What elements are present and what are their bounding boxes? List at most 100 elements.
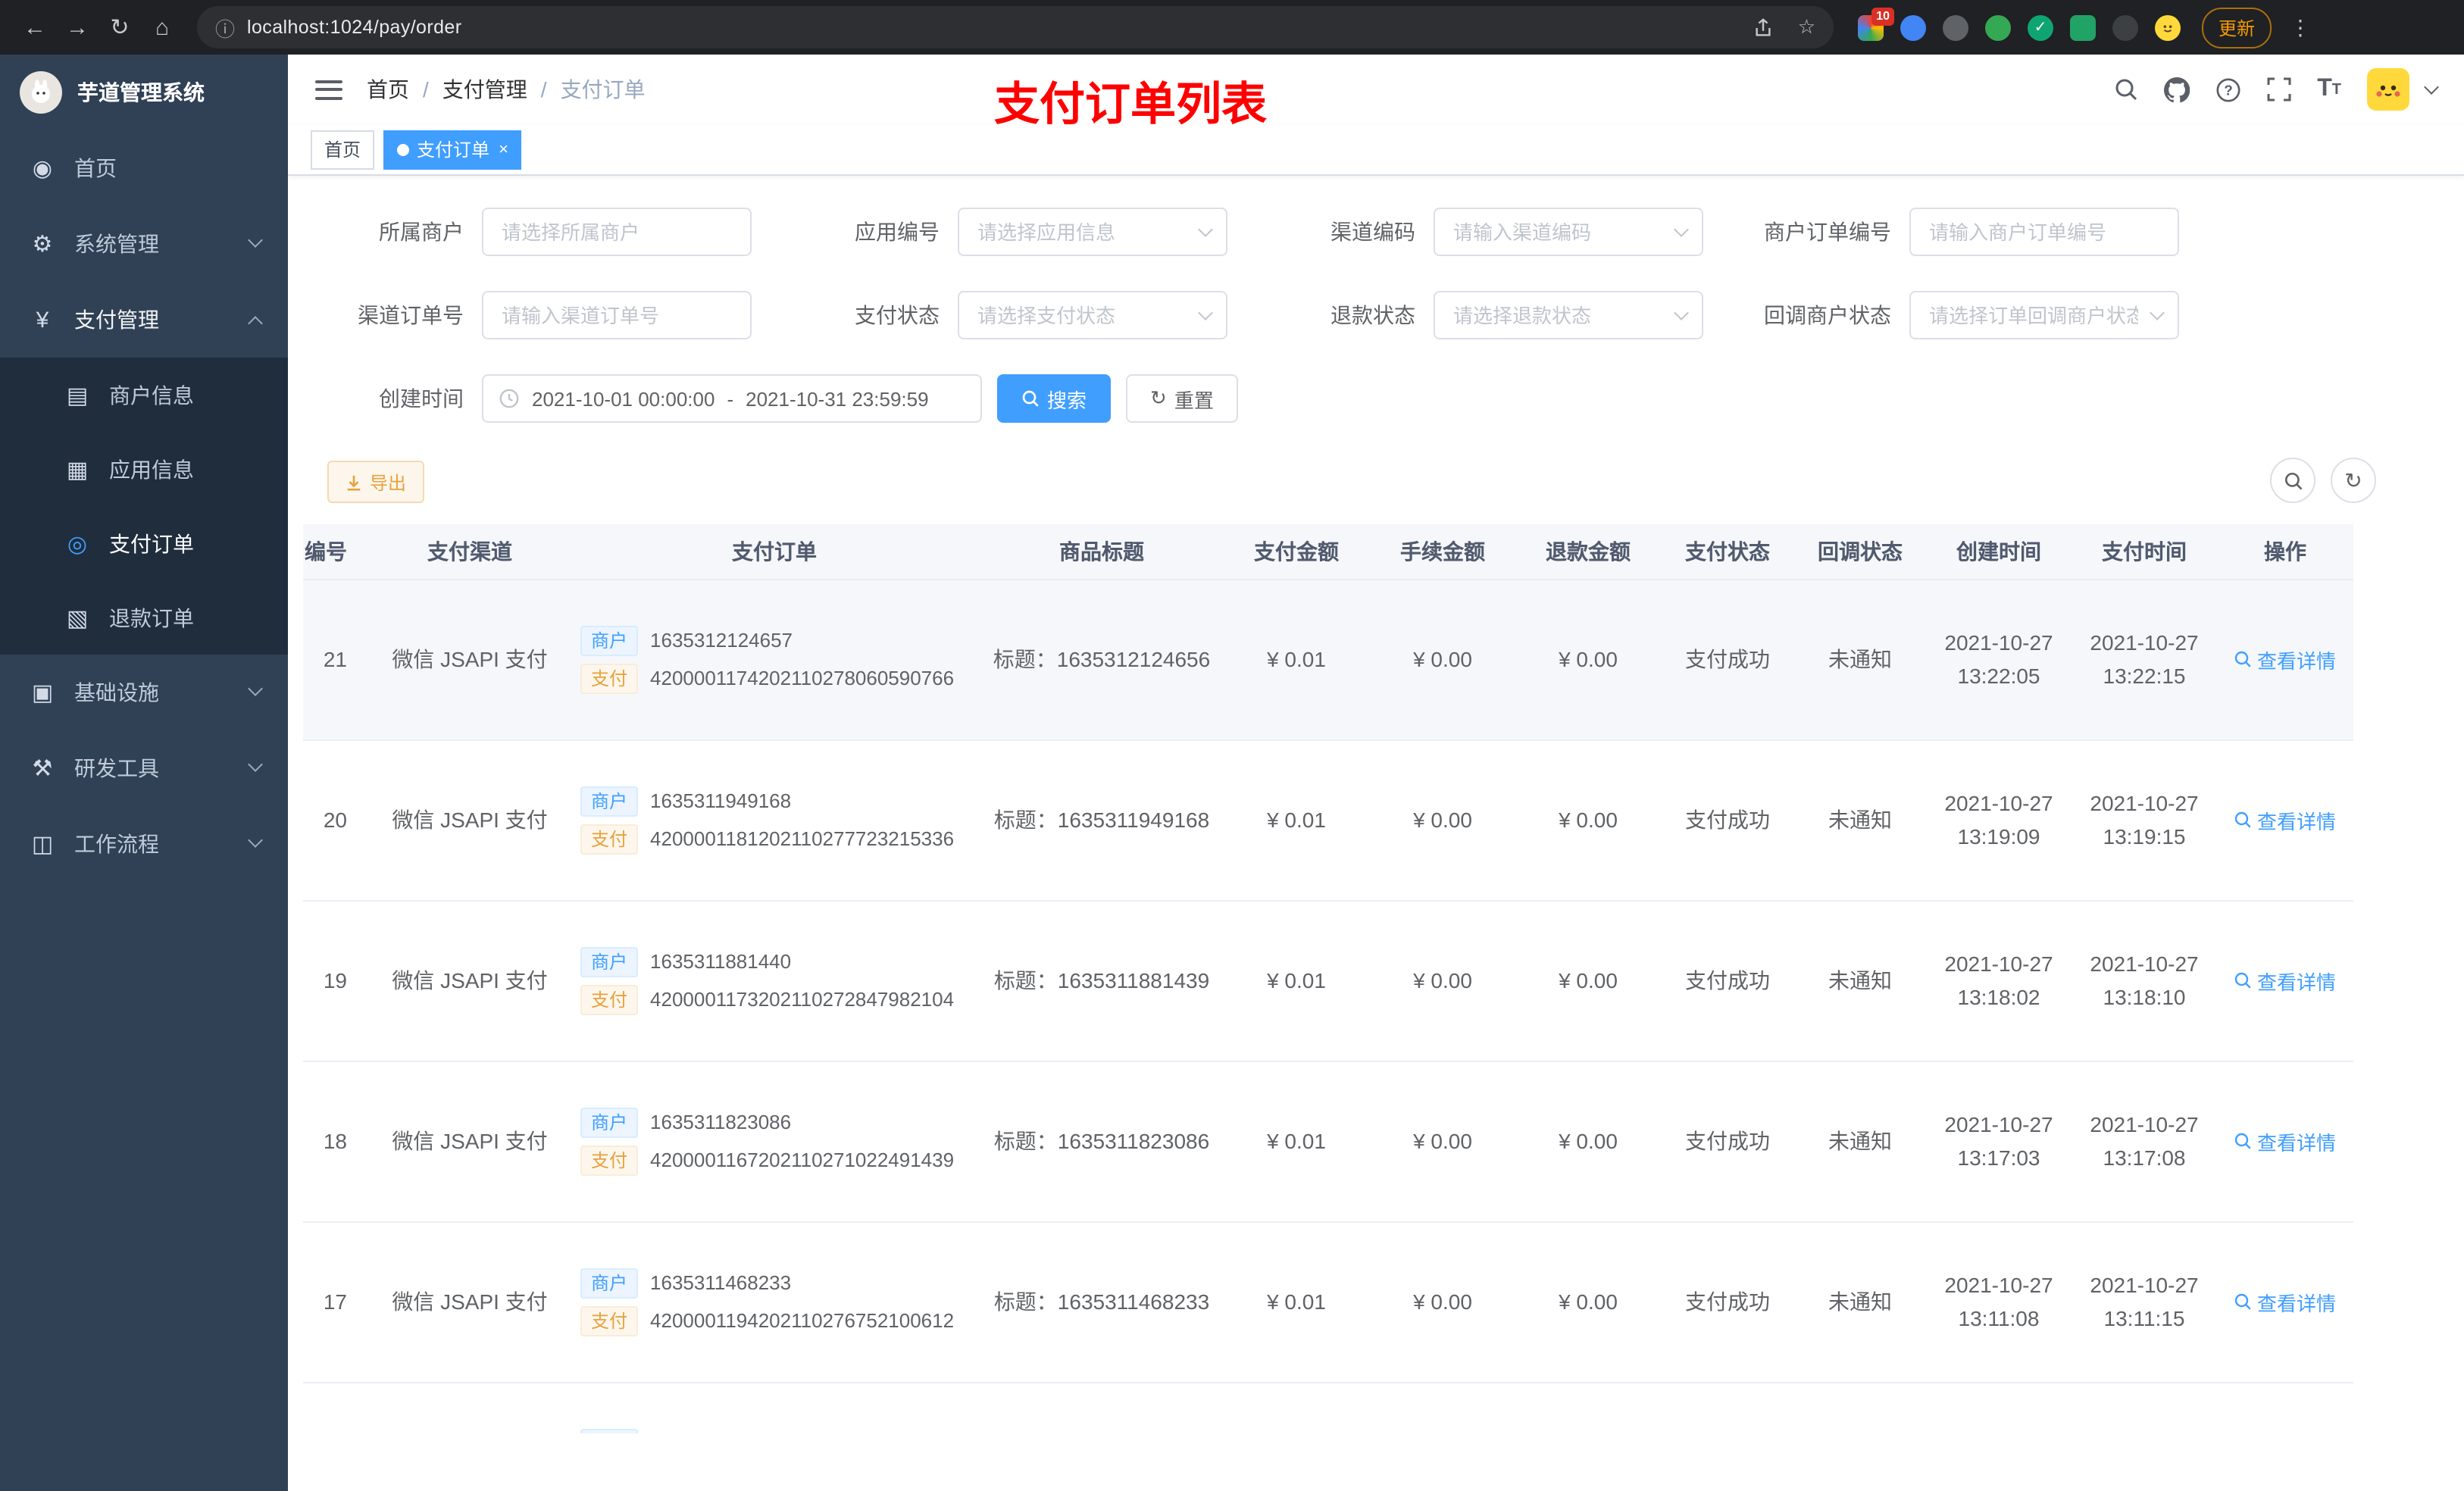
monitor-icon: ▣ (31, 680, 54, 706)
address-bar[interactable]: ⓘ localhost:1024/pay/order ☆ (197, 6, 1834, 48)
notebook-extension-icon[interactable] (2070, 14, 2096, 40)
pay-status-select[interactable] (958, 291, 1227, 339)
logo-avatar (20, 71, 62, 114)
close-icon[interactable]: × (499, 140, 508, 158)
sidebar-item-infrastructure[interactable]: ▣ 基础设施 (0, 655, 288, 730)
sidebar-item-dev-tools[interactable]: ⚒ 研发工具 (0, 730, 288, 806)
url-text[interactable]: localhost:1024/pay/order (247, 17, 1730, 38)
browser-menu-icon[interactable]: ⋮ (2290, 14, 2311, 40)
active-dot-icon (397, 143, 410, 155)
browser-update-button[interactable]: 更新 (2202, 7, 2272, 48)
sidebar-item-label: 支付订单 (109, 531, 194, 555)
tab-home[interactable]: 首页 (311, 130, 375, 169)
app-select[interactable] (958, 208, 1227, 256)
share-icon[interactable] (1754, 17, 1774, 37)
user-avatar[interactable] (2367, 68, 2409, 111)
breadcrumb-payment[interactable]: 支付管理 (442, 74, 527, 105)
back-icon[interactable]: ← (15, 8, 55, 47)
refund-status-select[interactable] (1434, 291, 1703, 339)
sidebar-item-refund-order[interactable]: ▧ 退款订单 (0, 580, 288, 655)
view-detail-link[interactable]: 查看详情 (2234, 805, 2336, 834)
home-icon[interactable]: ⌂ (142, 8, 182, 47)
search-icon[interactable] (2114, 77, 2138, 102)
tab-pay-order[interactable]: 支付订单 × (383, 130, 522, 169)
cell-title: 标题：1635311468233 (980, 1221, 1223, 1383)
merchant-input[interactable] (482, 208, 752, 256)
date-range-picker[interactable]: 2021-10-01 00:00:00 - 2021-10-31 23:59:5… (482, 374, 982, 423)
refresh-table-icon[interactable]: ↻ (2331, 458, 2376, 503)
fullscreen-icon[interactable] (2267, 77, 2291, 102)
sidebar-item-pay-order[interactable]: ◎ 支付订单 (0, 506, 288, 580)
col-pay-time: 支付时间 (2072, 524, 2217, 580)
channel-pay-no: 4200001181202110277723215336 (650, 827, 955, 850)
target-icon: ◎ (67, 531, 88, 557)
sidebar-item-app-info[interactable]: ▦ 应用信息 (0, 432, 288, 506)
chevron-up-icon (248, 316, 263, 331)
cell-refund: ¥ 0.00 (1515, 739, 1661, 901)
pay-tag: 支付 (580, 1305, 639, 1336)
sidebar-item-workflow[interactable]: ◫ 工作流程 (0, 806, 288, 882)
merchant-order-no-input[interactable] (1909, 208, 2179, 256)
view-detail-link[interactable]: 查看详情 (2234, 1127, 2336, 1155)
breadcrumb-home[interactable]: 首页 (367, 74, 409, 105)
cell-refund: ¥ 0.00 (1515, 1061, 1661, 1222)
table-header-row: 编号 支付渠道 支付订单 商品标题 支付金额 手续金额 退款金额 支付状态 回调… (303, 524, 2353, 580)
dark-extension-icon[interactable] (1943, 14, 1968, 40)
green-circle-extension-icon[interactable] (1985, 14, 2011, 40)
channel-pay-no: 4200001174202110278060590766 (650, 667, 955, 689)
sidebar-item-system[interactable]: ⚙ 系统管理 (0, 206, 288, 282)
github-icon[interactable] (2164, 77, 2190, 102)
colorful-extension-icon[interactable]: 10 (1858, 7, 1894, 40)
sidebar-item-payment[interactable]: ¥ 支付管理 (0, 282, 288, 358)
sidebar-item-merchant-info[interactable]: ▤ 商户信息 (0, 358, 288, 432)
notify-status-select[interactable] (1909, 291, 2179, 339)
reload-icon[interactable]: ↻ (100, 8, 139, 47)
help-icon[interactable]: ? (2215, 77, 2241, 102)
sidebar-item-label: 支付管理 (74, 308, 159, 332)
reset-button[interactable]: ↻ 重置 (1126, 374, 1238, 423)
site-info-icon[interactable]: ⓘ (215, 13, 235, 42)
sidebar-logo[interactable]: 芋道管理系统 (0, 55, 288, 130)
search-button[interactable]: 搜索 (997, 374, 1112, 423)
cell-fee: ¥ 0.00 (1370, 739, 1515, 901)
toggle-search-icon[interactable] (2270, 458, 2315, 503)
sidebar-item-home[interactable]: ◉ 首页 (0, 130, 288, 206)
page-title-annotation: 支付订单列表 (994, 80, 1267, 130)
cell-pay-order: 商户 1635311881440 支付 42000011732021102728… (568, 900, 980, 1061)
knot-extension-icon[interactable] (2112, 14, 2138, 40)
view-detail-link[interactable]: 查看详情 (2234, 966, 2336, 995)
merchant-tag: 商户 (580, 1428, 639, 1433)
forward-icon[interactable]: → (58, 8, 97, 47)
header-actions: ? TT (2114, 68, 2439, 111)
cell-refund: ¥ 0.00 (1515, 579, 1661, 740)
page-content: 所属商户 应用编号 渠道编码 商户订单编号 (288, 176, 2464, 1491)
cell-notify: 未通知 (1794, 739, 1926, 901)
app-header: 首页 / 支付管理 / 支付订单 支付订单列表 ? T T (288, 55, 2464, 130)
chevron-down-icon[interactable] (2424, 79, 2439, 94)
sidebar-item-label: 基础设施 (74, 680, 159, 705)
view-detail-link[interactable]: 查看详情 (2234, 645, 2336, 674)
blue-drop-extension-icon[interactable] (1900, 14, 1926, 40)
bookmark-star-icon[interactable]: ☆ (1798, 15, 1815, 39)
export-button[interactable]: 导出 (327, 461, 425, 503)
profile-avatar-icon[interactable] (2155, 14, 2181, 40)
check-extension-icon[interactable]: ✓ (2028, 14, 2053, 40)
cell-pay-order: 商户 1635311151736 支付 (568, 1382, 980, 1433)
channel-code-select[interactable] (1434, 208, 1703, 256)
cell-fee: ¥ 0.00 (1370, 1221, 1515, 1383)
cell-create-time: 2021-10-27 13:17:03 (1926, 1061, 2072, 1222)
cell-id: 19 (303, 900, 371, 1061)
cell-pay-time: 2021-10-27 13:19:15 (2072, 739, 2217, 901)
filter-app: 应用编号 (779, 208, 1255, 256)
channel-order-no-input[interactable] (482, 291, 752, 339)
cell-notify: 未通知 (1794, 900, 1926, 1061)
cell-id: 21 (303, 579, 371, 740)
col-fee: 手续金额 (1370, 524, 1515, 580)
view-detail-link[interactable]: 查看详情 (2234, 1287, 2336, 1316)
tags-view: 首页 支付订单 × (288, 124, 2464, 176)
card-icon: ▤ (66, 383, 89, 408)
cell-pay-order: 商户 1635312124657 支付 42000011742021102780… (568, 579, 980, 740)
cell-pay-order: 商户 1635311468233 支付 42000011942021102767… (568, 1221, 980, 1383)
font-size-icon[interactable]: TT (2317, 76, 2341, 103)
hamburger-icon[interactable] (315, 80, 342, 99)
